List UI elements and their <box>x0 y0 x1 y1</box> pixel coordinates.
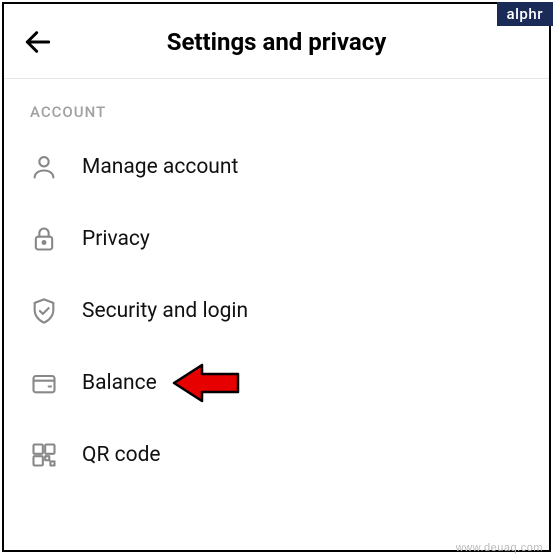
app-frame: Settings and privacy ACCOUNT Manage acco… <box>2 2 551 552</box>
brand-badge: alphr <box>497 2 553 26</box>
menu-item-label: Privacy <box>82 227 150 251</box>
user-icon <box>30 153 58 181</box>
page-title: Settings and privacy <box>22 28 531 56</box>
menu-item-label: Manage account <box>82 155 238 179</box>
menu-item-privacy[interactable]: Privacy <box>4 203 549 275</box>
shield-icon <box>30 297 58 325</box>
menu-item-balance[interactable]: Balance <box>4 347 549 419</box>
menu-item-label: Security and login <box>82 299 248 323</box>
lock-icon <box>30 225 58 253</box>
qr-icon <box>30 441 58 469</box>
menu-item-manage-account[interactable]: Manage account <box>4 131 549 203</box>
menu-item-label: Balance <box>82 371 157 395</box>
watermark: www.deuaq.com <box>456 542 543 554</box>
menu-list: Manage account Privacy Security and logi… <box>4 131 549 491</box>
section-label-account: ACCOUNT <box>4 79 549 131</box>
header: Settings and privacy <box>4 4 549 78</box>
menu-item-label: QR code <box>82 443 161 467</box>
wallet-icon <box>30 369 58 397</box>
annotation-arrow-icon <box>172 359 242 407</box>
menu-item-security[interactable]: Security and login <box>4 275 549 347</box>
menu-item-qr-code[interactable]: QR code <box>4 419 549 491</box>
